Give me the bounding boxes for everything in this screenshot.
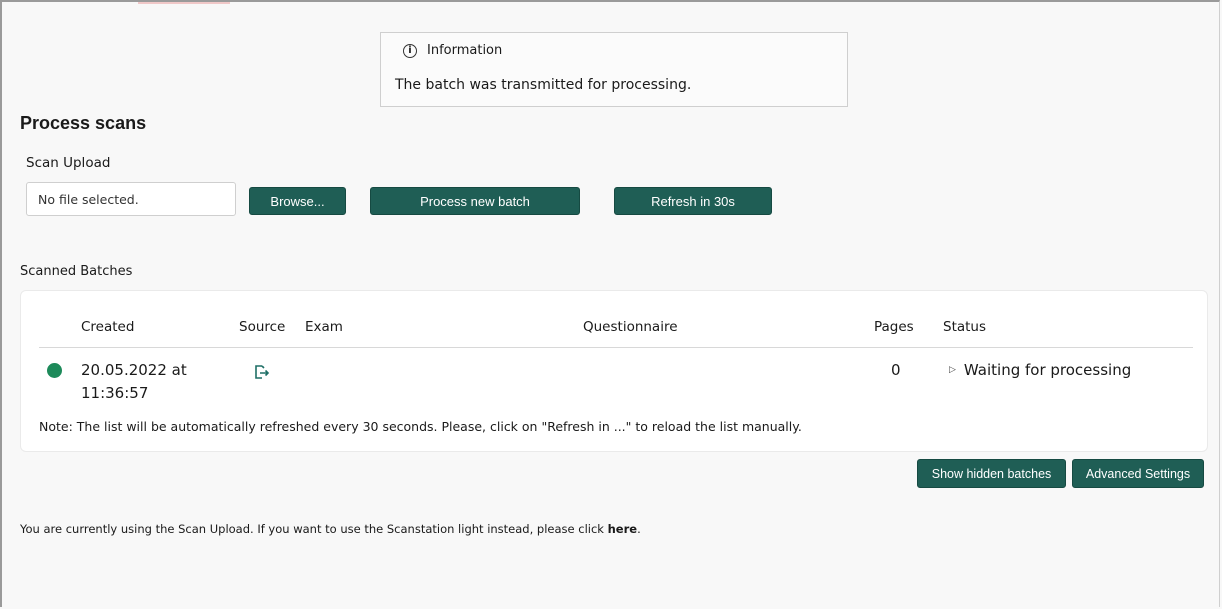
column-header-source[interactable]: Source [239, 319, 285, 335]
info-icon: i [403, 43, 417, 58]
info-header: i Information [403, 43, 502, 58]
page-title: Process scans [20, 113, 147, 133]
column-header-created[interactable]: Created [81, 319, 134, 335]
show-hidden-batches-button[interactable]: Show hidden batches [917, 459, 1066, 488]
footer-text: You are currently using the Scan Upload.… [20, 522, 608, 536]
top-accent-bar [138, 2, 230, 4]
here-link[interactable]: here [608, 522, 637, 536]
footer-end: . [637, 522, 641, 536]
info-notification: i Information The batch was transmitted … [380, 32, 848, 107]
status-cell[interactable]: ▷ Waiting for processing [949, 361, 1131, 379]
scan-upload-label: Scan Upload [26, 155, 111, 171]
status-dot [47, 363, 62, 378]
footer-message: You are currently using the Scan Upload.… [20, 522, 641, 536]
column-header-pages[interactable]: Pages [874, 319, 914, 335]
file-input[interactable]: No file selected. [26, 182, 236, 216]
refresh-note: Note: The list will be automatically ref… [39, 419, 802, 434]
created-time: 11:36:57 [81, 384, 149, 402]
status-text: Waiting for processing [963, 361, 1132, 379]
header-divider [39, 347, 1193, 348]
column-header-status[interactable]: Status [943, 319, 986, 335]
column-header-exam[interactable]: Exam [305, 319, 343, 335]
process-new-batch-button[interactable]: Process new batch [370, 187, 580, 215]
browse-button[interactable]: Browse... [249, 187, 346, 215]
created-date: 20.05.2022 at [81, 361, 187, 379]
expand-caret-icon[interactable]: ▷ [949, 365, 956, 375]
info-message: The batch was transmitted for processing… [395, 77, 692, 93]
column-header-questionnaire[interactable]: Questionnaire [583, 319, 678, 335]
scanned-batches-label: Scanned Batches [20, 264, 133, 279]
refresh-button[interactable]: Refresh in 30s [614, 187, 772, 215]
info-title: Information [427, 43, 503, 58]
advanced-settings-button[interactable]: Advanced Settings [1072, 459, 1204, 488]
upload-export-icon [255, 365, 270, 379]
created-cell: 20.05.2022 at 11:36:57 [81, 359, 221, 405]
pages-cell: 0 [891, 361, 901, 379]
batches-table: Created Source Exam Questionnaire Pages … [20, 290, 1208, 452]
